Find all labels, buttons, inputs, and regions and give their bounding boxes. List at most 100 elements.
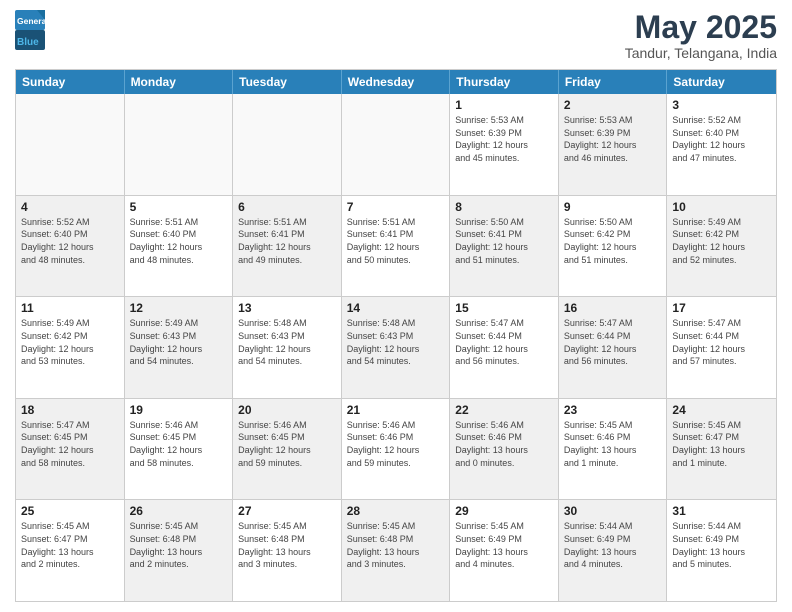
calendar-header: SundayMondayTuesdayWednesdayThursdayFrid… xyxy=(16,70,776,94)
page: General Blue May 2025 Tandur, Telangana,… xyxy=(0,0,792,612)
cal-cell-day-8: 8 Sunrise: 5:50 AM Sunset: 6:41 PM Daylig… xyxy=(450,196,559,297)
cal-cell-day-22: 22 Sunrise: 5:46 AM Sunset: 6:46 PM Dayli… xyxy=(450,399,559,500)
cal-cell-day-7: 7Sunrise: 5:51 AM Sunset: 6:41 PM Daylig… xyxy=(342,196,451,297)
day-number: 12 xyxy=(130,301,228,315)
cal-cell-day-29: 29Sunrise: 5:45 AM Sunset: 6:49 PM Dayli… xyxy=(450,500,559,601)
cal-cell-empty xyxy=(16,94,125,195)
day-info: Sunrise: 5:47 AM Sunset: 6:45 PM Dayligh… xyxy=(21,419,119,469)
day-info: Sunrise: 5:47 AM Sunset: 6:44 PM Dayligh… xyxy=(455,317,553,367)
cal-cell-day-30: 30Sunrise: 5:44 AM Sunset: 6:49 PM Dayli… xyxy=(559,500,668,601)
day-number: 9 xyxy=(564,200,662,214)
cal-cell-day-26: 26Sunrise: 5:45 AM Sunset: 6:48 PM Dayli… xyxy=(125,500,234,601)
calendar-row-0: 1 Sunrise: 5:53 AM Sunset: 6:39 PM Daylig… xyxy=(16,94,776,195)
calendar-row-4: 25 Sunrise: 5:45 AM Sunset: 6:47 PM Dayli… xyxy=(16,499,776,601)
day-info: Sunrise: 5:45 AM Sunset: 6:46 PM Dayligh… xyxy=(564,419,662,469)
day-info: Sunrise: 5:46 AM Sunset: 6:46 PM Dayligh… xyxy=(455,419,553,469)
day-number: 17 xyxy=(672,301,771,315)
day-number: 22 xyxy=(455,403,553,417)
logo-svg: General Blue xyxy=(15,10,75,50)
day-info: Sunrise: 5:53 AM Sunset: 6:39 PM Dayligh… xyxy=(564,114,662,164)
cal-cell-day-11: 11Sunrise: 5:49 AM Sunset: 6:42 PM Dayli… xyxy=(16,297,125,398)
day-info: Sunrise: 5:44 AM Sunset: 6:49 PM Dayligh… xyxy=(564,520,662,570)
day-number: 29 xyxy=(455,504,553,518)
day-number: 20 xyxy=(238,403,336,417)
weekday-header-saturday: Saturday xyxy=(667,70,776,94)
header: General Blue May 2025 Tandur, Telangana,… xyxy=(15,10,777,61)
day-info: Sunrise: 5:44 AM Sunset: 6:49 PM Dayligh… xyxy=(672,520,771,570)
cal-cell-day-19: 19 Sunrise: 5:46 AM Sunset: 6:45 PM Dayli… xyxy=(125,399,234,500)
cal-cell-day-3: 3Sunrise: 5:52 AM Sunset: 6:40 PM Daylig… xyxy=(667,94,776,195)
cal-cell-day-9: 9 Sunrise: 5:50 AM Sunset: 6:42 PM Daylig… xyxy=(559,196,668,297)
cal-cell-day-23: 23Sunrise: 5:45 AM Sunset: 6:46 PM Dayli… xyxy=(559,399,668,500)
day-number: 4 xyxy=(21,200,119,214)
day-info: Sunrise: 5:45 AM Sunset: 6:48 PM Dayligh… xyxy=(347,520,445,570)
day-info: Sunrise: 5:45 AM Sunset: 6:48 PM Dayligh… xyxy=(130,520,228,570)
day-number: 2 xyxy=(564,98,662,112)
cal-cell-day-28: 28Sunrise: 5:45 AM Sunset: 6:48 PM Dayli… xyxy=(342,500,451,601)
day-info: Sunrise: 5:47 AM Sunset: 6:44 PM Dayligh… xyxy=(564,317,662,367)
calendar-row-2: 11Sunrise: 5:49 AM Sunset: 6:42 PM Dayli… xyxy=(16,296,776,398)
day-info: Sunrise: 5:50 AM Sunset: 6:42 PM Dayligh… xyxy=(564,216,662,266)
day-number: 25 xyxy=(21,504,119,518)
title-area: May 2025 Tandur, Telangana, India xyxy=(625,10,777,61)
day-info: Sunrise: 5:49 AM Sunset: 6:43 PM Dayligh… xyxy=(130,317,228,367)
cal-cell-day-2: 2 Sunrise: 5:53 AM Sunset: 6:39 PM Daylig… xyxy=(559,94,668,195)
day-number: 13 xyxy=(238,301,336,315)
weekday-header-tuesday: Tuesday xyxy=(233,70,342,94)
day-number: 16 xyxy=(564,301,662,315)
day-number: 8 xyxy=(455,200,553,214)
calendar-body: 1 Sunrise: 5:53 AM Sunset: 6:39 PM Daylig… xyxy=(16,94,776,601)
calendar-row-3: 18Sunrise: 5:47 AM Sunset: 6:45 PM Dayli… xyxy=(16,398,776,500)
cal-cell-day-24: 24Sunrise: 5:45 AM Sunset: 6:47 PM Dayli… xyxy=(667,399,776,500)
day-number: 14 xyxy=(347,301,445,315)
cal-cell-day-15: 15 Sunrise: 5:47 AM Sunset: 6:44 PM Dayli… xyxy=(450,297,559,398)
svg-text:General: General xyxy=(17,16,49,26)
day-info: Sunrise: 5:46 AM Sunset: 6:45 PM Dayligh… xyxy=(130,419,228,469)
cal-cell-day-4: 4 Sunrise: 5:52 AM Sunset: 6:40 PM Daylig… xyxy=(16,196,125,297)
cal-cell-day-20: 20 Sunrise: 5:46 AM Sunset: 6:45 PM Dayli… xyxy=(233,399,342,500)
day-number: 3 xyxy=(672,98,771,112)
day-info: Sunrise: 5:46 AM Sunset: 6:46 PM Dayligh… xyxy=(347,419,445,469)
cal-cell-day-18: 18Sunrise: 5:47 AM Sunset: 6:45 PM Dayli… xyxy=(16,399,125,500)
cal-cell-day-6: 6 Sunrise: 5:51 AM Sunset: 6:41 PM Daylig… xyxy=(233,196,342,297)
day-info: Sunrise: 5:50 AM Sunset: 6:41 PM Dayligh… xyxy=(455,216,553,266)
day-info: Sunrise: 5:49 AM Sunset: 6:42 PM Dayligh… xyxy=(21,317,119,367)
day-number: 1 xyxy=(455,98,553,112)
cal-cell-day-21: 21 Sunrise: 5:46 AM Sunset: 6:46 PM Dayli… xyxy=(342,399,451,500)
day-number: 21 xyxy=(347,403,445,417)
cal-cell-day-13: 13 Sunrise: 5:48 AM Sunset: 6:43 PM Dayli… xyxy=(233,297,342,398)
cal-cell-day-5: 5 Sunrise: 5:51 AM Sunset: 6:40 PM Daylig… xyxy=(125,196,234,297)
day-info: Sunrise: 5:46 AM Sunset: 6:45 PM Dayligh… xyxy=(238,419,336,469)
weekday-header-monday: Monday xyxy=(125,70,234,94)
day-number: 27 xyxy=(238,504,336,518)
cal-cell-day-16: 16 Sunrise: 5:47 AM Sunset: 6:44 PM Dayli… xyxy=(559,297,668,398)
day-info: Sunrise: 5:51 AM Sunset: 6:41 PM Dayligh… xyxy=(347,216,445,266)
day-info: Sunrise: 5:45 AM Sunset: 6:48 PM Dayligh… xyxy=(238,520,336,570)
cal-cell-day-31: 31 Sunrise: 5:44 AM Sunset: 6:49 PM Dayli… xyxy=(667,500,776,601)
day-number: 19 xyxy=(130,403,228,417)
day-number: 10 xyxy=(672,200,771,214)
calendar-row-1: 4 Sunrise: 5:52 AM Sunset: 6:40 PM Daylig… xyxy=(16,195,776,297)
cal-cell-day-14: 14 Sunrise: 5:48 AM Sunset: 6:43 PM Dayli… xyxy=(342,297,451,398)
svg-text:Blue: Blue xyxy=(17,37,39,48)
weekday-header-thursday: Thursday xyxy=(450,70,559,94)
day-info: Sunrise: 5:48 AM Sunset: 6:43 PM Dayligh… xyxy=(238,317,336,367)
day-info: Sunrise: 5:45 AM Sunset: 6:47 PM Dayligh… xyxy=(21,520,119,570)
day-info: Sunrise: 5:51 AM Sunset: 6:40 PM Dayligh… xyxy=(130,216,228,266)
day-number: 24 xyxy=(672,403,771,417)
cal-cell-empty xyxy=(125,94,234,195)
logo: General Blue xyxy=(15,10,75,50)
day-number: 6 xyxy=(238,200,336,214)
day-info: Sunrise: 5:52 AM Sunset: 6:40 PM Dayligh… xyxy=(21,216,119,266)
day-number: 15 xyxy=(455,301,553,315)
location: Tandur, Telangana, India xyxy=(625,45,777,61)
weekday-header-wednesday: Wednesday xyxy=(342,70,451,94)
day-info: Sunrise: 5:51 AM Sunset: 6:41 PM Dayligh… xyxy=(238,216,336,266)
day-number: 5 xyxy=(130,200,228,214)
cal-cell-day-12: 12 Sunrise: 5:49 AM Sunset: 6:43 PM Dayli… xyxy=(125,297,234,398)
day-info: Sunrise: 5:49 AM Sunset: 6:42 PM Dayligh… xyxy=(672,216,771,266)
cal-cell-empty xyxy=(233,94,342,195)
calendar: SundayMondayTuesdayWednesdayThursdayFrid… xyxy=(15,69,777,602)
day-info: Sunrise: 5:48 AM Sunset: 6:43 PM Dayligh… xyxy=(347,317,445,367)
day-number: 31 xyxy=(672,504,771,518)
